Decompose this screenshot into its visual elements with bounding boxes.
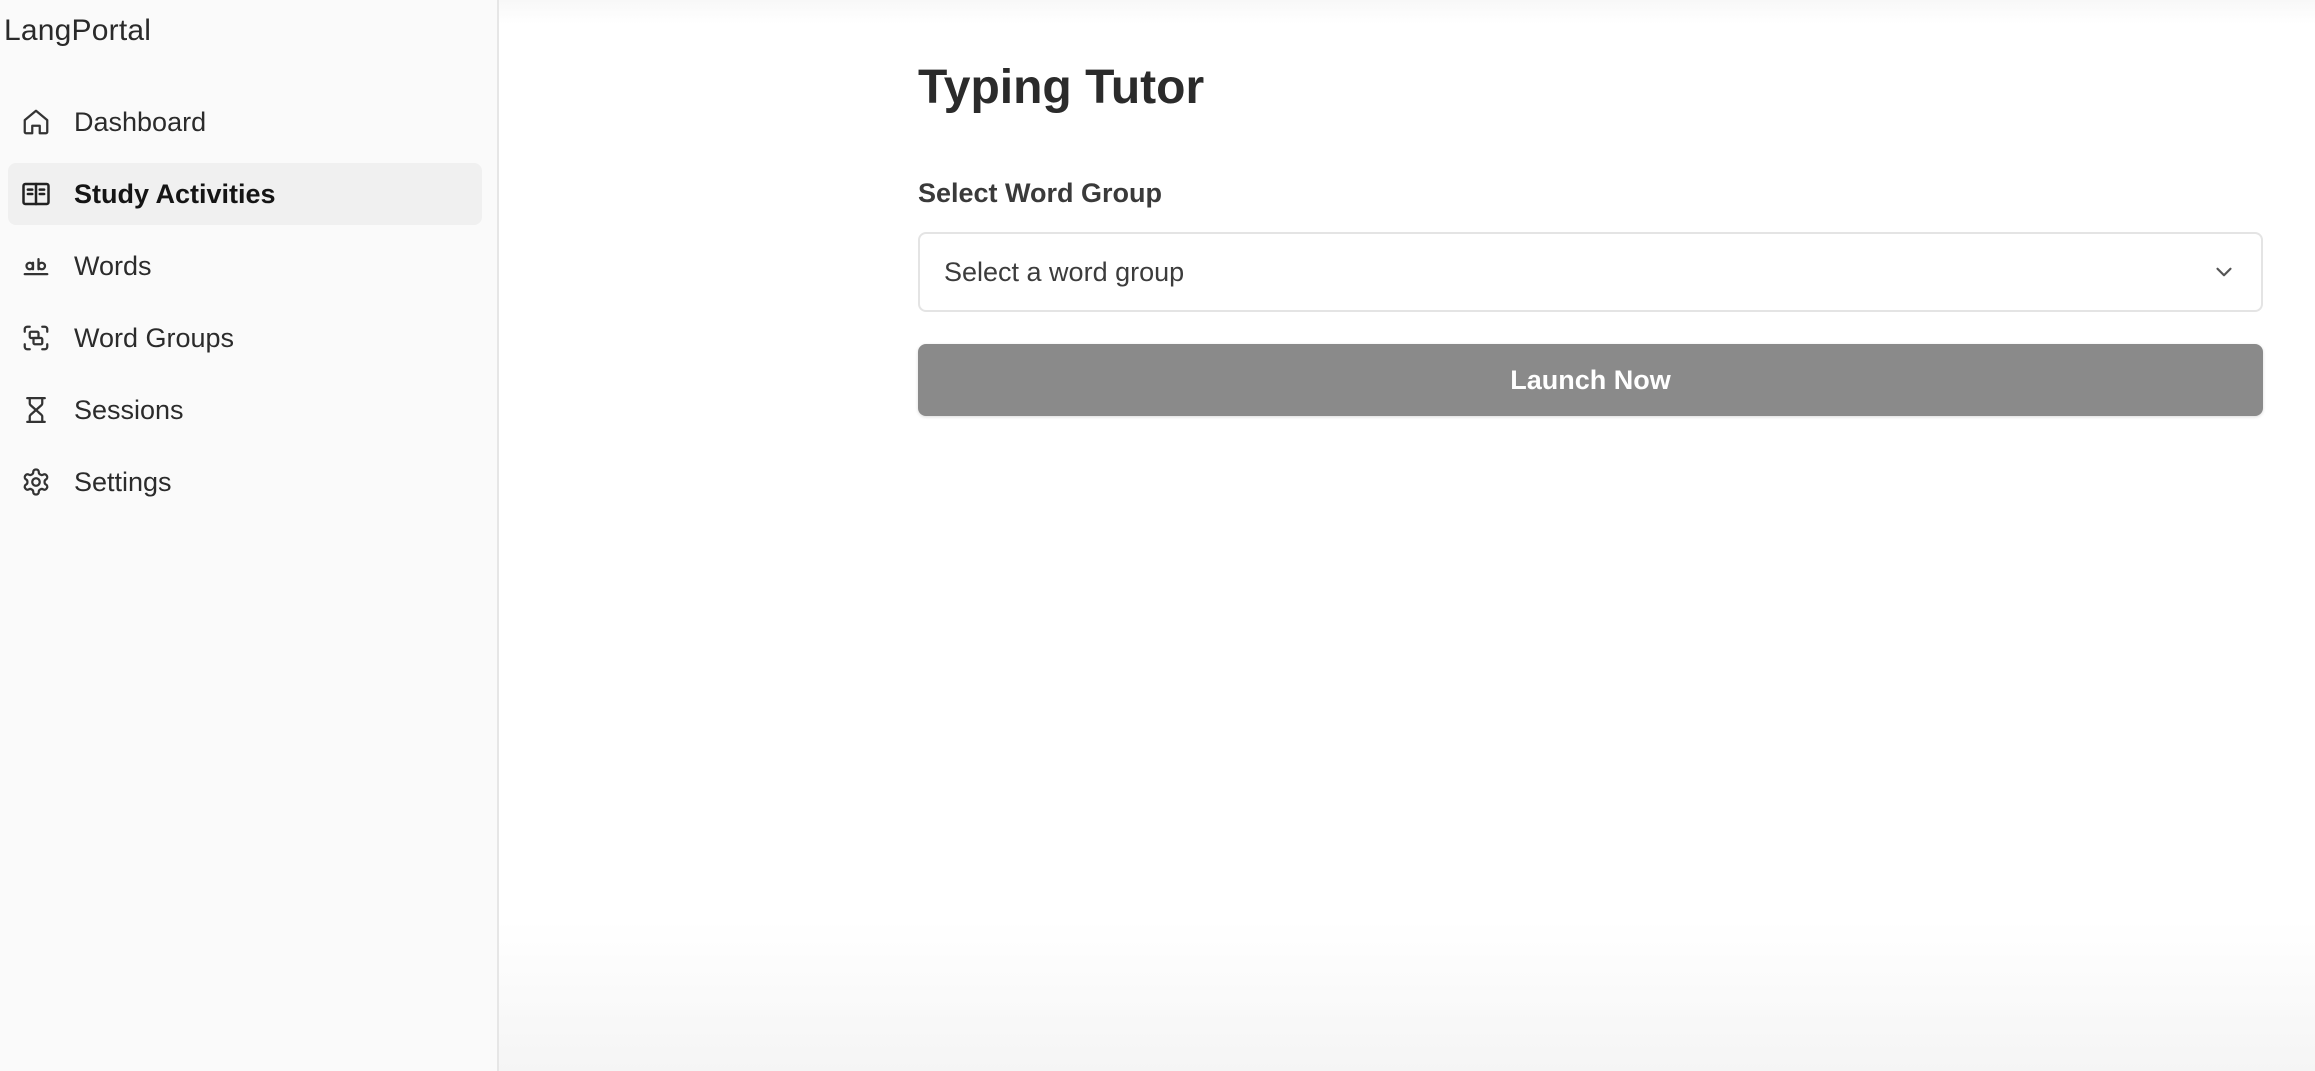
sidebar-item-word-groups[interactable]: Word Groups bbox=[8, 307, 482, 369]
sidebar-item-label: Words bbox=[74, 250, 152, 281]
home-icon bbox=[20, 106, 52, 138]
word-group-select[interactable]: Select a word group bbox=[918, 232, 2263, 312]
group-icon bbox=[20, 322, 52, 354]
whole-word-icon bbox=[20, 250, 52, 282]
sidebar-nav: Dashboard Study Activities Words Word Gr… bbox=[8, 91, 482, 523]
sidebar-item-sessions[interactable]: Sessions bbox=[8, 379, 482, 441]
hourglass-icon bbox=[20, 394, 52, 426]
chevron-down-icon bbox=[2211, 259, 2237, 285]
brand-logo-text[interactable]: LangPortal bbox=[4, 14, 151, 48]
sidebar-item-settings[interactable]: Settings bbox=[8, 451, 482, 513]
sidebar-item-dashboard[interactable]: Dashboard bbox=[8, 91, 482, 153]
launch-now-button[interactable]: Launch Now bbox=[918, 344, 2263, 416]
sidebar-item-label: Dashboard bbox=[74, 106, 207, 137]
sidebar-item-label: Word Groups bbox=[74, 322, 235, 353]
app-window: LangPortal Dashboard Study Activities Wo… bbox=[0, 0, 2315, 1071]
page-title: Typing Tutor bbox=[918, 61, 1205, 114]
sidebar-item-label: Study Activities bbox=[74, 178, 276, 209]
word-group-select-value: Select a word group bbox=[944, 256, 1185, 287]
main-content: Typing Tutor Select Word Group Select a … bbox=[499, 0, 2315, 1071]
sidebar-item-label: Sessions bbox=[74, 394, 184, 425]
sidebar-item-label: Settings bbox=[74, 466, 172, 497]
sidebar: LangPortal Dashboard Study Activities Wo… bbox=[0, 0, 499, 1071]
gear-icon bbox=[20, 466, 52, 498]
word-group-label: Select Word Group bbox=[918, 178, 1163, 208]
sidebar-item-words[interactable]: Words bbox=[8, 235, 482, 297]
sidebar-item-study-activities[interactable]: Study Activities bbox=[8, 163, 482, 225]
book-open-icon bbox=[20, 178, 52, 210]
